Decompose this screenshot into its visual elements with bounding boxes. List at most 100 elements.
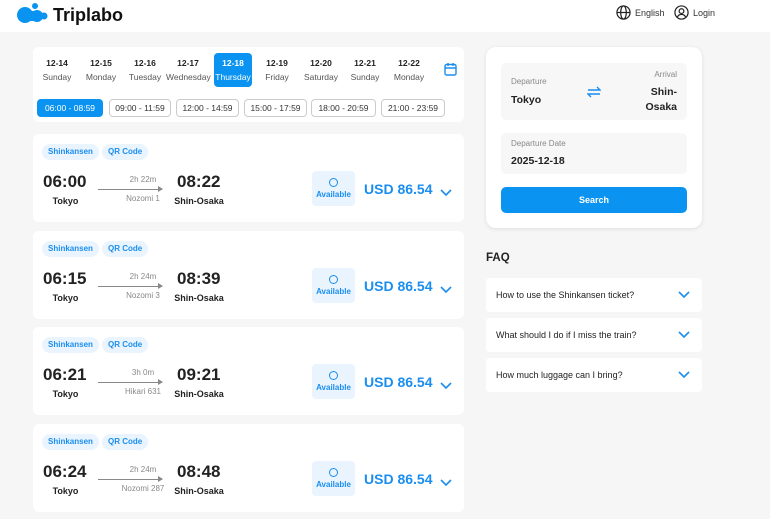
train-card[interactable]: Shinkansen QR Code 06:24 Tokyo 2h 24m No… <box>33 424 464 512</box>
availability-badge: Available <box>312 364 355 399</box>
arrow-icon <box>98 382 162 383</box>
language-selector[interactable]: English <box>616 5 665 20</box>
arrival-time: 08:48 <box>177 462 220 482</box>
availability-badge: Available <box>312 268 355 303</box>
weekday-text: Monday <box>82 72 120 82</box>
date-label: Departure Date <box>511 139 566 148</box>
date-tab-12-16[interactable]: 12-16Tuesday <box>126 53 164 87</box>
arrival-time: 08:39 <box>177 269 220 289</box>
date-text: 12-14 <box>38 58 76 68</box>
circle-icon <box>329 275 338 284</box>
availability-text: Available <box>316 190 351 199</box>
arrival-station: Shin-Osaka <box>171 293 227 303</box>
departure-label: Departure <box>511 77 547 86</box>
date-field[interactable]: Departure Date 2025-12-18 <box>501 133 687 174</box>
arrow-icon <box>98 479 162 480</box>
weekday-text: Saturday <box>302 72 340 82</box>
faq-question: What should I do if I miss the train? <box>496 330 637 340</box>
login-label: Login <box>693 8 715 18</box>
swap-icon[interactable] <box>587 85 601 99</box>
weekday-text: Wednesday <box>166 72 210 82</box>
departure-time: 06:15 <box>43 269 86 289</box>
date-tab-12-19[interactable]: 12-19 Friday <box>258 53 296 87</box>
date-tab-12-22[interactable]: 12-22Monday <box>390 53 428 87</box>
arrival-station: Shin-Osaka <box>171 389 227 399</box>
time-slot[interactable]: 06:00 - 08:59 <box>37 99 103 117</box>
availability-badge: Available <box>312 461 355 496</box>
faq-item[interactable]: How to use the Shinkansen ticket? <box>486 278 702 312</box>
tag-qr-code: QR Code <box>102 434 148 450</box>
tag-qr-code: QR Code <box>102 241 148 257</box>
train-card[interactable]: Shinkansen QR Code 06:00 Tokyo 2h 22m No… <box>33 134 464 222</box>
logo-icon <box>16 2 48 26</box>
weekday-text: Friday <box>258 72 296 82</box>
date-text: 12-19 <box>258 58 296 68</box>
weekday-text: Tuesday <box>126 72 164 82</box>
date-value: 2025-12-18 <box>511 155 565 167</box>
faq-title: FAQ <box>486 252 510 264</box>
date-tab-12-20[interactable]: 12-20 Saturday <box>302 53 340 87</box>
faq-item[interactable]: How much luggage can I bring? <box>486 358 702 392</box>
time-slot[interactable]: 09:00 - 11:59 <box>109 99 171 117</box>
tag-shinkansen: Shinkansen <box>42 241 99 257</box>
language-label: English <box>635 8 665 18</box>
faq-item[interactable]: What should I do if I miss the train? <box>486 318 702 352</box>
time-slot[interactable]: 18:00 - 20:59 <box>311 99 376 117</box>
duration: 2h 22m <box>103 175 183 184</box>
availability-text: Available <box>316 383 351 392</box>
arrival-value[interactable]: Shin-Osaka <box>637 85 677 115</box>
arrival-time: 09:21 <box>177 365 220 385</box>
arrow-icon <box>98 286 162 287</box>
duration: 3h 0m <box>103 368 183 377</box>
tag-shinkansen: Shinkansen <box>42 144 99 160</box>
departure-station: Tokyo <box>43 293 88 303</box>
date-text: 12-20 <box>302 58 340 68</box>
date-tab-12-18[interactable]: 12-18 Thursday <box>214 53 252 87</box>
arrival-station: Shin-Osaka <box>171 486 227 496</box>
weekday-text: Thursday <box>214 72 252 82</box>
departure-station: Tokyo <box>43 486 88 496</box>
date-text: 12-18 <box>214 58 252 68</box>
weekday-text: Sunday <box>346 72 384 82</box>
route-field[interactable]: Departure Tokyo Arrival Shin-Osaka <box>501 63 687 120</box>
arrow-icon <box>98 189 162 190</box>
date-tab-12-21[interactable]: 12-21 Sunday <box>346 53 384 87</box>
calendar-icon[interactable] <box>444 62 457 76</box>
availability-text: Available <box>316 287 351 296</box>
search-panel: Departure Tokyo Arrival Shin-Osaka Depar… <box>486 47 702 228</box>
departure-time: 06:24 <box>43 462 86 482</box>
train-card[interactable]: Shinkansen QR Code 06:21 Tokyo 3h 0m Hik… <box>33 327 464 415</box>
circle-icon <box>329 178 338 187</box>
chevron-down-icon[interactable] <box>440 184 452 194</box>
date-selector: 12-14 Sunday 12-15 Monday 12-16Tuesday12-17 W… <box>33 47 464 122</box>
duration: 2h 24m <box>103 272 183 281</box>
time-slot[interactable]: 21:00 - 23:59 <box>381 99 445 117</box>
circle-icon <box>329 371 338 380</box>
weekday-text: Sunday <box>38 72 76 82</box>
chevron-down-icon[interactable] <box>440 281 452 291</box>
date-tab-12-15[interactable]: 12-15 Monday <box>82 53 120 87</box>
time-slot[interactable]: 15:00 - 17:59 <box>244 99 307 117</box>
login-button[interactable]: Login <box>674 5 715 20</box>
faq-question: How much luggage can I bring? <box>496 370 623 380</box>
departure-value[interactable]: Tokyo <box>511 94 541 106</box>
header: Triplabo English Login <box>0 0 770 32</box>
brand-name: Triplabo <box>53 5 123 26</box>
price: USD 86.54 <box>364 278 432 294</box>
train-card[interactable]: Shinkansen QR Code 06:15 Tokyo 2h 24m No… <box>33 231 464 319</box>
date-tab-12-17[interactable]: 12-17 Wednesday <box>166 53 210 87</box>
tag-qr-code: QR Code <box>102 144 148 160</box>
date-text: 12-21 <box>346 58 384 68</box>
date-text: 12-15 <box>82 58 120 68</box>
user-icon <box>674 5 689 20</box>
price: USD 86.54 <box>364 181 432 197</box>
search-button[interactable]: Search <box>501 187 687 213</box>
chevron-down-icon[interactable] <box>440 474 452 484</box>
date-tab-12-14[interactable]: 12-14 Sunday <box>38 53 76 87</box>
weekday-text: Monday <box>390 72 428 82</box>
date-text: 12-17 <box>166 58 210 68</box>
departure-time: 06:21 <box>43 365 86 385</box>
chevron-down-icon[interactable] <box>440 377 452 387</box>
time-slot[interactable]: 12:00 - 14:59 <box>176 99 239 117</box>
tag-shinkansen: Shinkansen <box>42 434 99 450</box>
